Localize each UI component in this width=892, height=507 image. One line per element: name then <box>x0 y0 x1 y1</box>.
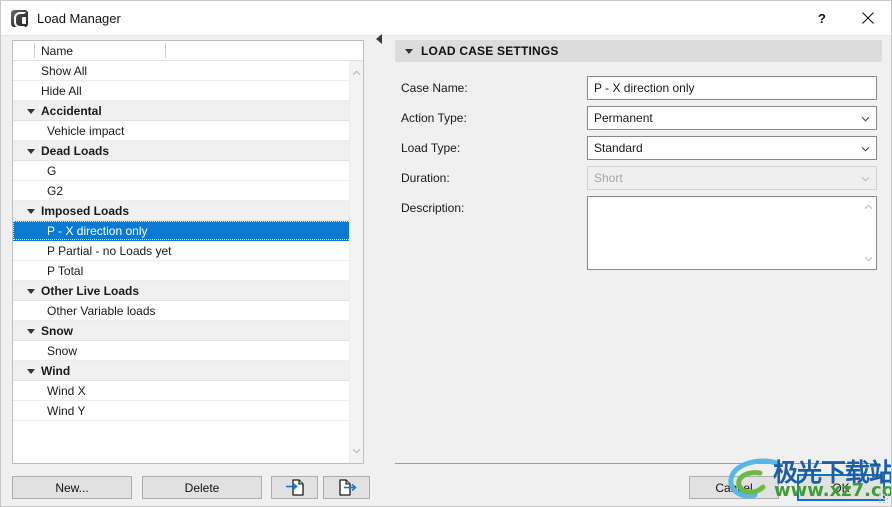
resize-grip[interactable] <box>878 493 888 503</box>
tree-row[interactable]: Wind X <box>13 381 363 401</box>
tree-row-label: Hide All <box>41 84 82 98</box>
load-manager-dialog: Load Manager ? Name Show All Hide All Acci… <box>0 0 892 507</box>
tree-row[interactable]: Show All <box>13 61 363 81</box>
tree-row-label: Other Live Loads <box>41 284 140 298</box>
field-description: Description: <box>395 196 882 272</box>
tree-expand-triangle-icon[interactable] <box>27 149 35 154</box>
section-title: LOAD CASE SETTINGS <box>421 44 559 58</box>
field-case-name: Case Name: P - X direction only <box>395 76 882 100</box>
tree-row[interactable]: Wind Y <box>13 401 363 421</box>
tree-vertical-scrollbar[interactable] <box>349 61 363 463</box>
tree-row-label: Accidental <box>41 104 102 118</box>
scroll-down-arrow-icon[interactable] <box>350 443 363 459</box>
tree-row-label: Wind <box>41 364 71 378</box>
panel-collapse-arrow-icon[interactable] <box>376 34 384 44</box>
import-document-icon <box>285 479 304 496</box>
tree-group-row[interactable]: Accidental <box>13 101 363 121</box>
scroll-down-arrow-icon[interactable] <box>861 252 876 266</box>
column-separator <box>34 43 35 58</box>
load-type-label: Load Type: <box>401 141 461 155</box>
close-icon <box>862 12 874 24</box>
tree-row-label: Dead Loads <box>41 144 110 158</box>
tree-expand-triangle-icon[interactable] <box>27 369 35 374</box>
description-textarea[interactable] <box>587 196 877 270</box>
field-duration: Duration: Short <box>395 166 882 190</box>
tree-row-label: G <box>47 164 57 178</box>
window-title: Load Manager <box>37 10 121 26</box>
section-header[interactable]: LOAD CASE SETTINGS <box>395 40 882 62</box>
tree-row-label: Wind Y <box>47 404 86 418</box>
section-collapse-triangle-icon[interactable] <box>405 48 413 54</box>
duration-label: Duration: <box>401 171 450 185</box>
footer-separator <box>395 463 880 464</box>
load-case-settings-panel: LOAD CASE SETTINGS Case Name: P - X dire… <box>395 40 882 464</box>
tree-row-label: Snow <box>47 344 78 358</box>
tree-row-label: P Partial - no Loads yet <box>47 244 172 258</box>
column-header-name[interactable]: Name <box>41 44 73 58</box>
tree-group-row[interactable]: Imposed Loads <box>13 201 363 221</box>
tree-row-label: Imposed Loads <box>41 204 130 218</box>
chevron-down-icon <box>861 146 870 152</box>
tree-expand-triangle-icon[interactable] <box>27 109 35 114</box>
tree-row-label: P Total <box>47 264 84 278</box>
action-type-value: Permanent <box>594 111 653 125</box>
delete-button[interactable]: Delete <box>142 476 262 499</box>
case-name-input[interactable]: P - X direction only <box>587 76 877 100</box>
tree-row-label: Other Variable loads <box>47 304 156 318</box>
archicad-logo-icon <box>11 9 28 28</box>
titlebar: Load Manager ? <box>1 1 891 36</box>
cancel-button[interactable]: Cancel <box>689 476 779 499</box>
tree-expand-triangle-icon[interactable] <box>27 329 35 334</box>
tree-expand-triangle-icon[interactable] <box>27 209 35 214</box>
new-button[interactable]: New... <box>12 476 132 499</box>
field-load-type: Load Type: Standard <box>395 136 882 160</box>
close-button[interactable] <box>845 1 891 35</box>
duration-value: Short <box>594 171 623 185</box>
tree-row[interactable]: Hide All <box>13 81 363 101</box>
ok-button[interactable]: OK <box>797 474 885 501</box>
load-type-value: Standard <box>594 141 643 155</box>
tree-header: Name <box>13 41 363 61</box>
action-type-select[interactable]: Permanent <box>587 106 877 130</box>
scroll-up-arrow-icon[interactable] <box>350 65 363 81</box>
titlebar-buttons: ? <box>799 1 891 35</box>
description-label: Description: <box>401 201 465 215</box>
tree-row-label: Vehicle impact <box>47 124 125 138</box>
action-type-label: Action Type: <box>401 111 467 125</box>
tree-row[interactable]: P - X direction only <box>13 221 363 241</box>
tree-row-label: P - X direction only <box>47 224 148 238</box>
column-separator[interactable] <box>165 43 166 58</box>
tree-row[interactable]: G2 <box>13 181 363 201</box>
tree-row[interactable]: G <box>13 161 363 181</box>
help-button[interactable]: ? <box>799 1 845 35</box>
description-scrollbar[interactable] <box>861 197 876 269</box>
tree-row[interactable]: P Total <box>13 261 363 281</box>
chevron-down-icon <box>861 176 870 182</box>
load-type-select[interactable]: Standard <box>587 136 877 160</box>
tree-row[interactable]: Snow <box>13 341 363 361</box>
tree-group-row[interactable]: Other Live Loads <box>13 281 363 301</box>
export-button[interactable] <box>323 476 370 499</box>
tree-row-label: Wind X <box>47 384 86 398</box>
tree-row[interactable]: Other Variable loads <box>13 301 363 321</box>
tree-group-row[interactable]: Dead Loads <box>13 141 363 161</box>
tree-rows-container: Show All Hide All Accidental Vehicle impact… <box>13 61 363 463</box>
field-action-type: Action Type: Permanent <box>395 106 882 130</box>
tree-expand-triangle-icon[interactable] <box>27 289 35 294</box>
tree-group-row[interactable]: Snow <box>13 321 363 341</box>
load-case-tree-panel[interactable]: Name Show All Hide All Accidental Vehicle i… <box>12 40 364 464</box>
import-button[interactable] <box>271 476 318 499</box>
tree-group-row[interactable]: Wind <box>13 361 363 381</box>
tree-row[interactable]: P Partial - no Loads yet <box>13 241 363 261</box>
export-document-icon <box>338 479 357 496</box>
tree-row[interactable]: Vehicle impact <box>13 121 363 141</box>
tree-row-label: Show All <box>41 64 88 78</box>
scroll-up-arrow-icon[interactable] <box>861 200 876 214</box>
chevron-down-icon <box>861 116 870 122</box>
tree-row-label: Snow <box>41 324 73 338</box>
case-name-label: Case Name: <box>401 81 468 95</box>
tree-row-label: G2 <box>47 184 64 198</box>
duration-select: Short <box>587 166 877 190</box>
